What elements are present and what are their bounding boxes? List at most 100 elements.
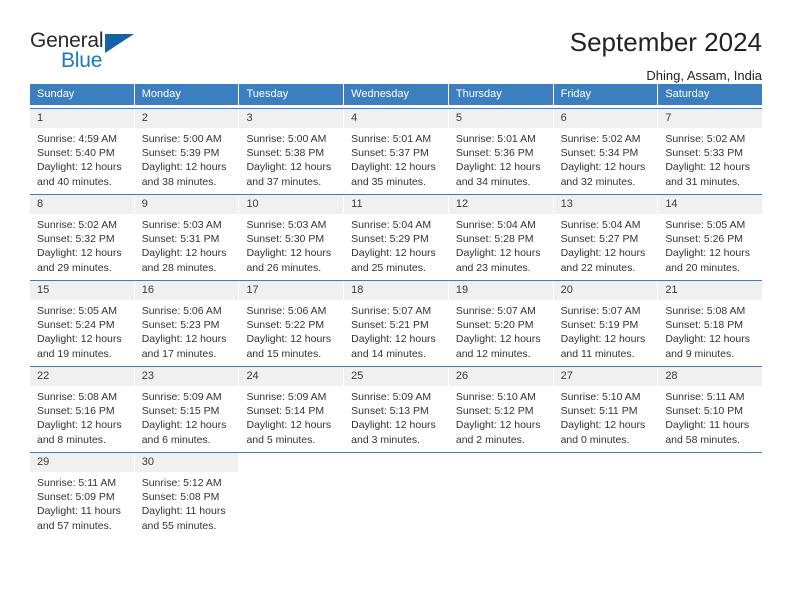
day-cell-empty [553, 453, 658, 535]
day-details: Sunrise: 5:07 AM Sunset: 5:19 PM Dayligh… [554, 300, 658, 361]
daylight-text-line1: Daylight: 12 hours [455, 247, 541, 260]
daylight-text-line2: and 23 minutes. [455, 261, 531, 274]
daylight-text-line1: Daylight: 12 hours [455, 333, 541, 346]
sunset-text: Sunset: 5:10 PM [665, 405, 743, 418]
calendar-grid: Sunday Monday Tuesday Wednesday Thursday… [30, 84, 763, 535]
daylight-text-line2: and 2 minutes. [455, 433, 525, 446]
sunset-text: Sunset: 5:34 PM [560, 147, 639, 160]
day-number: 29 [30, 453, 134, 472]
day-cell[interactable]: 14 Sunrise: 5:05 AM Sunset: 5:26 PM Dayl… [658, 195, 763, 277]
sunrise-text: Sunrise: 5:09 AM [141, 391, 222, 403]
day-cell[interactable]: 3 Sunrise: 5:00 AM Sunset: 5:38 PM Dayli… [239, 109, 344, 191]
day-cell[interactable]: 28 Sunrise: 5:11 AM Sunset: 5:10 PM Dayl… [658, 367, 763, 449]
day-number: 4 [344, 109, 448, 128]
week-row: 29 Sunrise: 5:11 AM Sunset: 5:09 PM Dayl… [30, 452, 763, 535]
day-cell[interactable]: 29 Sunrise: 5:11 AM Sunset: 5:09 PM Dayl… [30, 453, 134, 535]
day-cell[interactable]: 17 Sunrise: 5:06 AM Sunset: 5:22 PM Dayl… [239, 281, 344, 363]
day-details: Sunrise: 5:00 AM Sunset: 5:39 PM Dayligh… [135, 128, 239, 189]
day-cell[interactable]: 20 Sunrise: 5:07 AM Sunset: 5:19 PM Dayl… [553, 281, 658, 363]
day-cell[interactable]: 11 Sunrise: 5:04 AM Sunset: 5:29 PM Dayl… [344, 195, 448, 277]
day-details: Sunrise: 5:08 AM Sunset: 5:16 PM Dayligh… [30, 386, 134, 447]
day-details: Sunrise: 5:09 AM Sunset: 5:14 PM Dayligh… [239, 386, 343, 447]
day-cell[interactable]: 30 Sunrise: 5:12 AM Sunset: 5:08 PM Dayl… [134, 453, 239, 535]
daylight-text-line2: and 35 minutes. [351, 175, 426, 188]
day-cell[interactable]: 5 Sunrise: 5:01 AM Sunset: 5:36 PM Dayli… [448, 109, 553, 191]
sunset-text: Sunset: 5:12 PM [455, 405, 534, 418]
day-cell[interactable]: 1 Sunrise: 4:59 AM Sunset: 5:40 PM Dayli… [30, 109, 134, 191]
day-number: 10 [239, 195, 344, 214]
day-cell[interactable]: 23 Sunrise: 5:09 AM Sunset: 5:15 PM Dayl… [134, 367, 239, 449]
daylight-text-line2: and 15 minutes. [246, 347, 322, 360]
sunset-text: Sunset: 5:13 PM [351, 405, 429, 418]
day-cell[interactable]: 6 Sunrise: 5:02 AM Sunset: 5:34 PM Dayli… [553, 109, 658, 191]
sunset-text: Sunset: 5:22 PM [246, 319, 325, 332]
sunset-text: Sunset: 5:11 PM [560, 405, 638, 418]
day-details: Sunrise: 5:10 AM Sunset: 5:11 PM Dayligh… [554, 386, 658, 447]
sunrise-text: Sunrise: 5:05 AM [37, 305, 117, 317]
day-number: 12 [448, 195, 553, 214]
day-number: 22 [30, 367, 134, 386]
sunrise-text: Sunrise: 5:02 AM [665, 133, 746, 145]
day-cell[interactable]: 12 Sunrise: 5:04 AM Sunset: 5:28 PM Dayl… [448, 195, 553, 277]
day-number: 19 [448, 281, 553, 300]
day-number: 24 [239, 367, 344, 386]
day-cell[interactable]: 27 Sunrise: 5:10 AM Sunset: 5:11 PM Dayl… [553, 367, 658, 449]
sunset-text: Sunset: 5:40 PM [37, 147, 115, 160]
title-block: September 2024 Dhing, Assam, India [570, 27, 762, 83]
day-cell[interactable]: 7 Sunrise: 5:02 AM Sunset: 5:33 PM Dayli… [658, 109, 763, 191]
day-cell[interactable]: 13 Sunrise: 5:04 AM Sunset: 5:27 PM Dayl… [553, 195, 658, 277]
day-number: 30 [134, 453, 239, 472]
sunrise-text: Sunrise: 5:11 AM [665, 391, 745, 403]
sunrise-text: Sunrise: 5:02 AM [560, 133, 641, 145]
day-cell[interactable]: 25 Sunrise: 5:09 AM Sunset: 5:13 PM Dayl… [344, 367, 448, 449]
sunrise-text: Sunrise: 5:01 AM [455, 133, 536, 145]
daylight-text-line2: and 37 minutes. [246, 175, 322, 188]
sunset-text: Sunset: 5:33 PM [665, 147, 743, 160]
daylight-text-line1: Daylight: 11 hours [141, 505, 226, 518]
daylight-text-line1: Daylight: 11 hours [665, 419, 750, 432]
day-cell[interactable]: 24 Sunrise: 5:09 AM Sunset: 5:14 PM Dayl… [239, 367, 344, 449]
day-cell[interactable]: 22 Sunrise: 5:08 AM Sunset: 5:16 PM Dayl… [30, 367, 134, 449]
day-cell[interactable]: 21 Sunrise: 5:08 AM Sunset: 5:18 PM Dayl… [658, 281, 763, 363]
sunset-text: Sunset: 5:20 PM [455, 319, 534, 332]
week-row: 22 Sunrise: 5:08 AM Sunset: 5:16 PM Dayl… [30, 366, 763, 449]
day-cell[interactable]: 18 Sunrise: 5:07 AM Sunset: 5:21 PM Dayl… [344, 281, 448, 363]
sunrise-text: Sunrise: 5:06 AM [246, 305, 327, 317]
day-cell[interactable]: 19 Sunrise: 5:07 AM Sunset: 5:20 PM Dayl… [448, 281, 553, 363]
day-cell[interactable]: 15 Sunrise: 5:05 AM Sunset: 5:24 PM Dayl… [30, 281, 134, 363]
sunrise-text: Sunrise: 5:06 AM [141, 305, 222, 317]
day-details: Sunrise: 5:02 AM Sunset: 5:33 PM Dayligh… [658, 128, 762, 189]
day-details: Sunrise: 5:02 AM Sunset: 5:34 PM Dayligh… [554, 128, 658, 189]
day-cell-empty [448, 453, 553, 535]
day-cell[interactable]: 9 Sunrise: 5:03 AM Sunset: 5:31 PM Dayli… [134, 195, 239, 277]
sunset-text: Sunset: 5:30 PM [246, 233, 325, 246]
day-cell[interactable]: 4 Sunrise: 5:01 AM Sunset: 5:37 PM Dayli… [344, 109, 448, 191]
day-cell[interactable]: 8 Sunrise: 5:02 AM Sunset: 5:32 PM Dayli… [30, 195, 134, 277]
day-cell[interactable]: 16 Sunrise: 5:06 AM Sunset: 5:23 PM Dayl… [134, 281, 239, 363]
day-cell[interactable]: 2 Sunrise: 5:00 AM Sunset: 5:39 PM Dayli… [134, 109, 239, 191]
sunrise-text: Sunrise: 5:03 AM [141, 219, 222, 231]
daylight-text-line1: Daylight: 12 hours [37, 161, 122, 174]
day-details: Sunrise: 5:01 AM Sunset: 5:37 PM Dayligh… [344, 128, 448, 189]
daylight-text-line1: Daylight: 12 hours [665, 161, 750, 174]
sunrise-text: Sunrise: 5:09 AM [246, 391, 327, 403]
daylight-text-line1: Daylight: 12 hours [351, 247, 436, 260]
day-number: 26 [448, 367, 553, 386]
day-number [344, 453, 448, 472]
day-number [553, 453, 658, 472]
day-details: Sunrise: 5:07 AM Sunset: 5:21 PM Dayligh… [344, 300, 448, 361]
weekday-header-sunday: Sunday [30, 84, 134, 105]
daylight-text-line1: Daylight: 12 hours [37, 419, 122, 432]
week-row: 8 Sunrise: 5:02 AM Sunset: 5:32 PM Dayli… [30, 194, 763, 277]
day-cell-empty [239, 453, 344, 535]
day-cell-empty [344, 453, 448, 535]
daylight-text-line2: and 38 minutes. [141, 175, 217, 188]
day-number: 16 [134, 281, 239, 300]
day-number: 5 [448, 109, 553, 128]
brand-logo[interactable]: General Blue [30, 28, 180, 76]
day-cell[interactable]: 26 Sunrise: 5:10 AM Sunset: 5:12 PM Dayl… [448, 367, 553, 449]
day-number: 13 [553, 195, 658, 214]
day-cell[interactable]: 10 Sunrise: 5:03 AM Sunset: 5:30 PM Dayl… [239, 195, 344, 277]
daylight-text-line1: Daylight: 12 hours [141, 419, 227, 432]
day-details: Sunrise: 5:00 AM Sunset: 5:38 PM Dayligh… [239, 128, 343, 189]
